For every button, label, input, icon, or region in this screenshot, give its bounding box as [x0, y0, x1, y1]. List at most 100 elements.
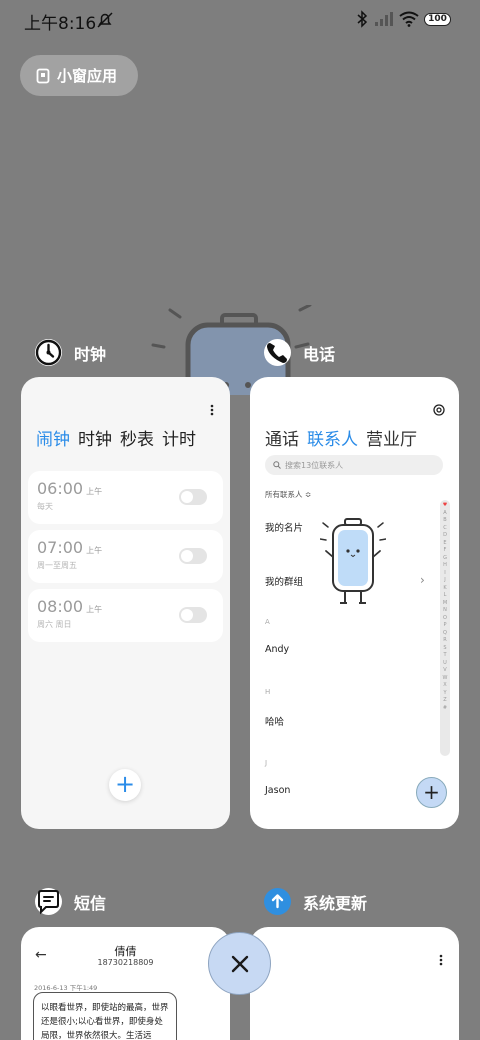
bluetooth-icon: [356, 10, 368, 32]
index-letter[interactable]: Z: [443, 697, 446, 705]
alarm-time: 07:00: [37, 538, 84, 557]
status-bar: 上午8:16 100: [0, 0, 480, 40]
index-letter[interactable]: R: [443, 637, 446, 645]
contacts-mascot-illustration: [319, 517, 387, 613]
message-date: 2016-6-13 下午1:49: [34, 984, 98, 992]
phone-app-name: 电话: [303, 344, 336, 364]
alarm-time: 06:00: [37, 479, 84, 498]
index-letter[interactable]: G: [443, 555, 447, 563]
section-letter: J: [265, 759, 268, 767]
battery-icon: 100: [424, 13, 451, 26]
tab-alarm[interactable]: 闹钟: [36, 425, 70, 450]
index-letter[interactable]: N: [443, 607, 447, 615]
alphabet-index-bar[interactable]: ♥ A B C D E F G H I J K L M N O P Q R S …: [440, 500, 450, 756]
contact-filter-dropdown[interactable]: 所有联系人 ≎: [265, 489, 311, 500]
conversation-contact-number: 18730218809: [97, 958, 154, 967]
tab-contacts[interactable]: 联系人: [307, 425, 358, 450]
index-letter[interactable]: #: [443, 705, 447, 713]
alarm-repeat: 每天: [37, 502, 53, 511]
sms-app-header: 短信: [35, 888, 106, 915]
contact-item[interactable]: Andy: [265, 644, 289, 655]
my-groups-item[interactable]: 我的群组: [265, 574, 303, 588]
index-letter[interactable]: J: [444, 577, 445, 585]
index-letter[interactable]: Y: [443, 690, 446, 698]
section-letter: H: [265, 688, 271, 696]
alarm-repeat: 周一至周五: [37, 561, 77, 570]
index-letter[interactable]: X: [443, 682, 446, 690]
alarm-ampm: 上午: [86, 546, 103, 555]
search-icon: [273, 461, 281, 469]
contact-item[interactable]: Jason: [265, 785, 290, 796]
tab-clock[interactable]: 时钟: [78, 425, 112, 450]
index-letter[interactable]: W: [443, 675, 448, 683]
floating-window-label: 小窗应用: [57, 67, 118, 85]
tab-timer[interactable]: 计时: [162, 425, 196, 450]
phone-app-header: 电话: [264, 339, 335, 366]
sms-app-card[interactable]: ← 倩倩 18730218809 2016-6-13 下午1:49 以眼看世界，…: [21, 927, 230, 1040]
my-card-item[interactable]: 我的名片: [265, 520, 303, 534]
index-letter[interactable]: E: [443, 540, 446, 548]
tab-service-hall[interactable]: 营业厅: [366, 425, 417, 450]
index-letter[interactable]: F: [444, 547, 447, 555]
index-letter[interactable]: T: [443, 652, 446, 660]
floating-window-button[interactable]: 小窗应用: [20, 55, 138, 96]
phone-tabs: 通话 联系人 营业厅: [265, 425, 417, 450]
index-letter[interactable]: A: [443, 510, 446, 518]
conversation-contact-name: 倩倩: [114, 945, 137, 958]
alarm-ampm: 上午: [86, 605, 103, 614]
clock-app-icon: [35, 339, 62, 366]
clock-tabs: 闹钟 时钟 秒表 计时: [36, 425, 196, 450]
phone-app-icon: [264, 339, 291, 366]
section-letter: A: [265, 618, 270, 626]
alarm-toggle[interactable]: [179, 548, 207, 564]
window-icon: [36, 68, 50, 83]
index-letter[interactable]: V: [443, 667, 446, 675]
alarm-item[interactable]: 07:00 上午 周一至周五: [28, 530, 223, 583]
update-app-header: 系统更新: [264, 888, 367, 915]
contact-item[interactable]: 哈哈: [265, 714, 284, 728]
status-time: 上午8:16: [24, 14, 97, 34]
tab-stopwatch[interactable]: 秒表: [120, 425, 154, 450]
add-alarm-button[interactable]: +: [109, 769, 141, 801]
index-letter[interactable]: S: [443, 645, 446, 653]
add-contact-button[interactable]: +: [416, 777, 447, 808]
index-letter[interactable]: Q: [443, 630, 447, 638]
alarm-toggle[interactable]: [179, 607, 207, 623]
index-letter[interactable]: C: [443, 525, 447, 533]
clock-app-card[interactable]: 闹钟 时钟 秒表 计时 06:00 上午 每天 07:00 上午 周一至周五 08:…: [21, 377, 230, 829]
more-options-icon[interactable]: [439, 951, 443, 970]
alarm-item[interactable]: 06:00 上午 每天: [28, 471, 223, 524]
more-options-icon[interactable]: [210, 401, 214, 420]
signal-icon: [374, 11, 394, 31]
close-icon: [231, 955, 248, 972]
index-letter[interactable]: B: [443, 517, 446, 525]
phone-app-card[interactable]: 通话 联系人 营业厅 搜索13位联系人 所有联系人 ≎ 我的名片 我的群组 ›: [250, 377, 459, 829]
index-letter[interactable]: M: [443, 600, 447, 608]
index-letter[interactable]: O: [443, 615, 447, 623]
alarm-ampm: 上午: [86, 487, 103, 496]
index-favorites[interactable]: ♥: [443, 502, 447, 510]
index-letter[interactable]: P: [443, 622, 446, 630]
clear-all-button[interactable]: [208, 932, 271, 995]
chevron-right-icon: ›: [420, 573, 425, 587]
settings-icon[interactable]: [433, 401, 445, 420]
index-letter[interactable]: H: [443, 562, 447, 570]
alarm-toggle[interactable]: [179, 489, 207, 505]
sms-app-icon: [35, 888, 62, 915]
system-update-icon: [264, 888, 291, 915]
index-letter[interactable]: D: [443, 532, 447, 540]
update-app-name: 系统更新: [303, 893, 368, 913]
system-update-card[interactable]: [250, 927, 459, 1040]
tab-calls[interactable]: 通话: [265, 425, 299, 450]
index-letter[interactable]: K: [443, 585, 446, 593]
clock-app-header: 时钟: [35, 339, 106, 366]
alarm-off-icon: [96, 11, 114, 33]
index-letter[interactable]: U: [443, 660, 447, 668]
sms-app-name: 短信: [74, 893, 107, 913]
index-letter[interactable]: L: [444, 592, 447, 600]
alarm-item[interactable]: 08:00 上午 周六 周日: [28, 589, 223, 642]
contact-search-input[interactable]: 搜索13位联系人: [265, 455, 443, 475]
alarm-time: 08:00: [37, 597, 84, 616]
wifi-icon: [399, 11, 419, 31]
index-letter[interactable]: I: [444, 570, 445, 578]
